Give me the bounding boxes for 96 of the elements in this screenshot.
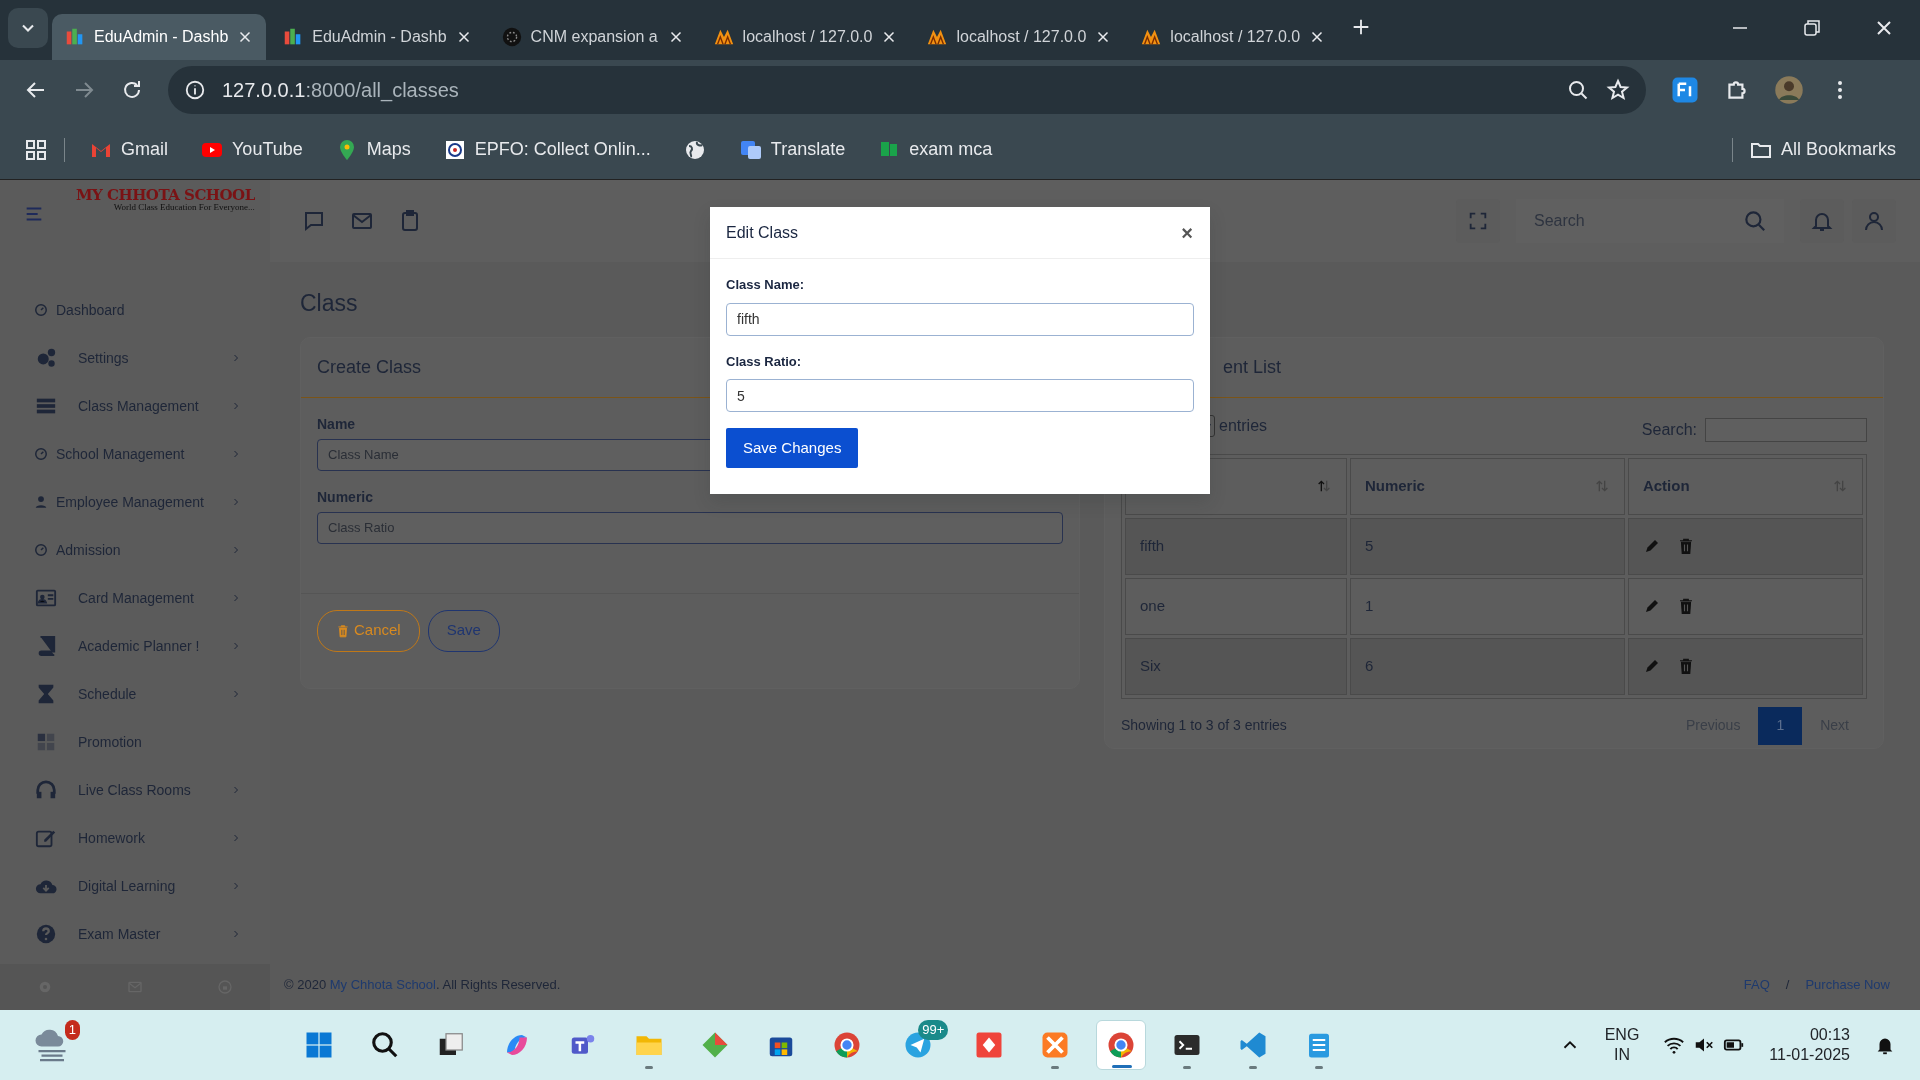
bookmark-link[interactable]: Translate — [770, 136, 846, 163]
footer-link[interactable]: FAQ — [1743, 975, 1770, 995]
column-header[interactable]: Action — [1642, 474, 1690, 498]
grid-icon — [35, 731, 57, 753]
tab-title: CNM expansion a — [530, 27, 659, 47]
page-title: Class — [299, 290, 358, 316]
headset-icon — [35, 779, 57, 801]
weather-button[interactable]: 1 — [24, 1020, 80, 1070]
tab-title: localhost / 127.0.0 — [1170, 27, 1301, 47]
logo-tagline: World Class Education For Everyone... — [113, 203, 255, 212]
input-field[interactable]: fifth — [726, 302, 1194, 336]
trash-icon — [336, 623, 350, 638]
notification-badge: 99+ — [918, 1020, 949, 1040]
search-label: Search: — [1641, 419, 1697, 440]
all-bookmarks-link[interactable]: All Bookmarks — [1780, 136, 1896, 163]
bookmark-star-icon[interactable] — [1606, 78, 1630, 102]
save-button[interactable]: Save — [427, 609, 500, 652]
save-changes-button[interactable]: Save Changes — [726, 428, 859, 468]
separator-text: / — [1785, 976, 1790, 995]
sidebar-item[interactable]: Exam Master — [0, 910, 270, 958]
sidebar-item[interactable]: Dashboard — [0, 286, 270, 334]
column-header[interactable]: Numeric — [1364, 474, 1425, 498]
entries-label: entries — [1219, 415, 1268, 436]
sidebar-item[interactable]: Settings — [0, 334, 270, 382]
browser-tab[interactable]: localhost / 127.0.0 — [1128, 14, 1339, 60]
bookmark-link[interactable]: Maps — [366, 136, 411, 163]
field-label: Class Name: — [726, 276, 806, 294]
start-icon — [304, 1030, 335, 1060]
field-label: Class Ratio: — [726, 352, 803, 371]
info-icon[interactable] — [184, 79, 206, 101]
clock[interactable]: 00:13 11-01-2025 — [1769, 1025, 1850, 1065]
browser-tab[interactable]: EduAdmin - Dashb — [52, 14, 267, 60]
taskbar-app[interactable]: 99+ — [888, 1020, 949, 1070]
field-label: Numeric — [317, 487, 375, 507]
logo-text: MY CHHOTA SCHOOL — [76, 188, 255, 203]
tab-search-button[interactable] — [8, 8, 48, 48]
sidebar-item[interactable]: Digital Learning — [0, 862, 270, 910]
apps-icon[interactable] — [24, 137, 48, 162]
gauge-icon — [34, 543, 48, 557]
site-link[interactable]: My Chhota School — [329, 977, 436, 993]
modal-title: Edit Class — [726, 222, 799, 243]
sidebar-item[interactable]: Homework — [0, 814, 270, 862]
tab-title: EduAdmin - Dashb — [94, 27, 229, 47]
id-card-icon — [35, 587, 57, 609]
sidebar-item[interactable]: Schedule — [0, 670, 270, 718]
sidebar-item[interactable]: School Management — [0, 430, 270, 478]
gauge-icon — [34, 447, 48, 461]
table-cell: 1 — [1349, 577, 1625, 635]
input-field[interactable]: 5 — [726, 379, 1194, 412]
bookmark-link[interactable]: exam mca — [909, 136, 993, 163]
card-title: ent List — [1223, 355, 1282, 379]
bookmark-link[interactable]: EPFO: Collect Onlin... — [474, 136, 651, 163]
url-path: :8000/all_classes — [305, 78, 459, 104]
search-icon[interactable] — [1742, 208, 1768, 234]
table-cell: one — [1125, 577, 1347, 635]
bookmark-link[interactable]: YouTube — [232, 136, 303, 163]
bookmark-link[interactable]: Gmail — [121, 136, 168, 163]
gauge-icon — [34, 303, 48, 317]
person-icon — [34, 495, 48, 509]
url-host: 127.0.0.1 — [222, 78, 306, 101]
sidebar-item[interactable]: Live Class Rooms — [0, 766, 270, 814]
chat-icon[interactable] — [302, 209, 326, 233]
table-info: Showing 1 to 3 of 3 entries — [1121, 716, 1287, 735]
field-label: Name — [317, 414, 357, 434]
sidebar-item[interactable]: Employee Management — [0, 478, 270, 526]
address-bar[interactable]: 127.0.0.1:8000/all_classes — [168, 66, 1646, 114]
browser-tab[interactable]: EduAdmin - Dashb — [270, 14, 485, 60]
notification-badge: 1 — [64, 1020, 80, 1040]
sidebar-item[interactable]: Academic Planner ! — [0, 622, 270, 670]
sort-icon[interactable] — [1315, 478, 1332, 494]
tab-title: EduAdmin - Dashb — [312, 27, 447, 47]
tab-title: localhost / 127.0.0 — [956, 27, 1087, 47]
favicon-icon — [500, 26, 523, 48]
card-title: Create Class — [317, 355, 422, 379]
zoom-icon[interactable] — [1566, 78, 1590, 102]
close-button[interactable]: × — [1180, 221, 1194, 244]
fullscreen-icon — [1467, 210, 1489, 232]
browser-tab[interactable]: localhost / 127.0.0 — [914, 14, 1125, 60]
page-button[interactable]: 1 — [1758, 706, 1803, 745]
footer-link[interactable]: Purchase Now — [1805, 975, 1890, 995]
cancel-button[interactable]: Cancel — [317, 609, 420, 652]
extension-icon[interactable] — [1670, 75, 1700, 105]
sidebar-item[interactable]: Admission — [0, 526, 270, 574]
user-icon — [1862, 209, 1886, 233]
sidebar-item[interactable]: Card Management — [0, 574, 270, 622]
copyright-text: © 2020 My Chhota School. All Rights Reserved. — [284, 976, 561, 995]
question-icon — [35, 923, 57, 945]
sidebar-item[interactable]: Promotion — [0, 718, 270, 766]
tab-title: localhost / 127.0.0 — [742, 27, 873, 47]
search-field[interactable] — [1705, 417, 1867, 442]
language-indicator[interactable]: ENG IN — [1604, 1025, 1640, 1065]
browser-tab[interactable]: localhost / 127.0.0 — [700, 14, 911, 60]
avatar-icon[interactable] — [1774, 75, 1804, 105]
crossed-icon — [1040, 1030, 1071, 1060]
browser-tab[interactable]: CNM expansion a — [488, 14, 697, 60]
sidebar-item[interactable]: Class Management — [0, 382, 270, 430]
